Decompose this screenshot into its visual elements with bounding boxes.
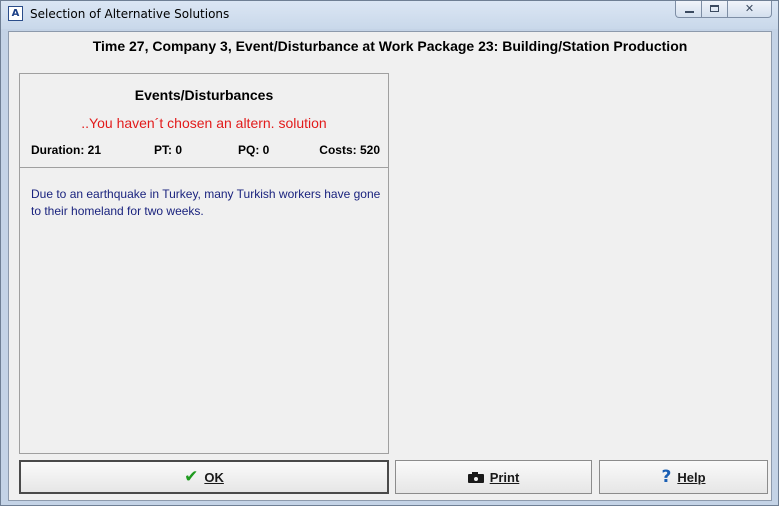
check-icon: ✔ — [184, 467, 199, 487]
print-label: Print — [489, 469, 520, 485]
app-icon[interactable]: A — [8, 6, 23, 21]
events-panel-header: Events/Disturbances ..You haven´t chosen… — [20, 74, 388, 168]
help-button[interactable]: ? Help — [599, 460, 768, 494]
pt-value: PT: 0 — [154, 143, 183, 157]
close-button[interactable]: ✕ — [728, 1, 772, 18]
ok-label: OK — [204, 469, 224, 485]
maximize-button[interactable] — [702, 1, 728, 18]
camera-icon — [467, 471, 484, 483]
pq-value: PQ: 0 — [238, 143, 270, 157]
ok-button[interactable]: ✔ OK — [19, 460, 389, 494]
close-icon: ✕ — [744, 2, 755, 15]
minimize-button[interactable] — [675, 1, 702, 18]
page-title: Time 27, Company 3, Event/Disturbance at… — [92, 38, 688, 54]
print-button[interactable]: Print — [395, 460, 592, 494]
minimize-icon — [685, 11, 694, 13]
dialog-content: Time 27, Company 3, Event/Disturbance at… — [8, 31, 772, 501]
window-title: Selection of Alternative Solutions — [30, 7, 230, 21]
title-bar[interactable]: A Selection of Alternative Solutions ✕ — [1, 1, 778, 29]
dialog-window: A Selection of Alternative Solutions ✕ T… — [0, 0, 779, 506]
help-label: Help — [677, 469, 706, 485]
costs-value: Costs: 520 — [319, 143, 380, 157]
warning-message: ..You haven´t chosen an altern. solution — [81, 115, 327, 131]
help-icon: ? — [661, 467, 672, 487]
panel-title: Events/Disturbances — [134, 87, 274, 103]
maximize-icon — [710, 5, 719, 12]
duration-value: Duration: 21 — [31, 143, 102, 157]
event-description: Due to an earthquake in Turkey, many Tur… — [31, 187, 381, 218]
events-panel: Events/Disturbances ..You haven´t chosen… — [19, 73, 389, 454]
window-controls: ✕ — [675, 1, 772, 21]
